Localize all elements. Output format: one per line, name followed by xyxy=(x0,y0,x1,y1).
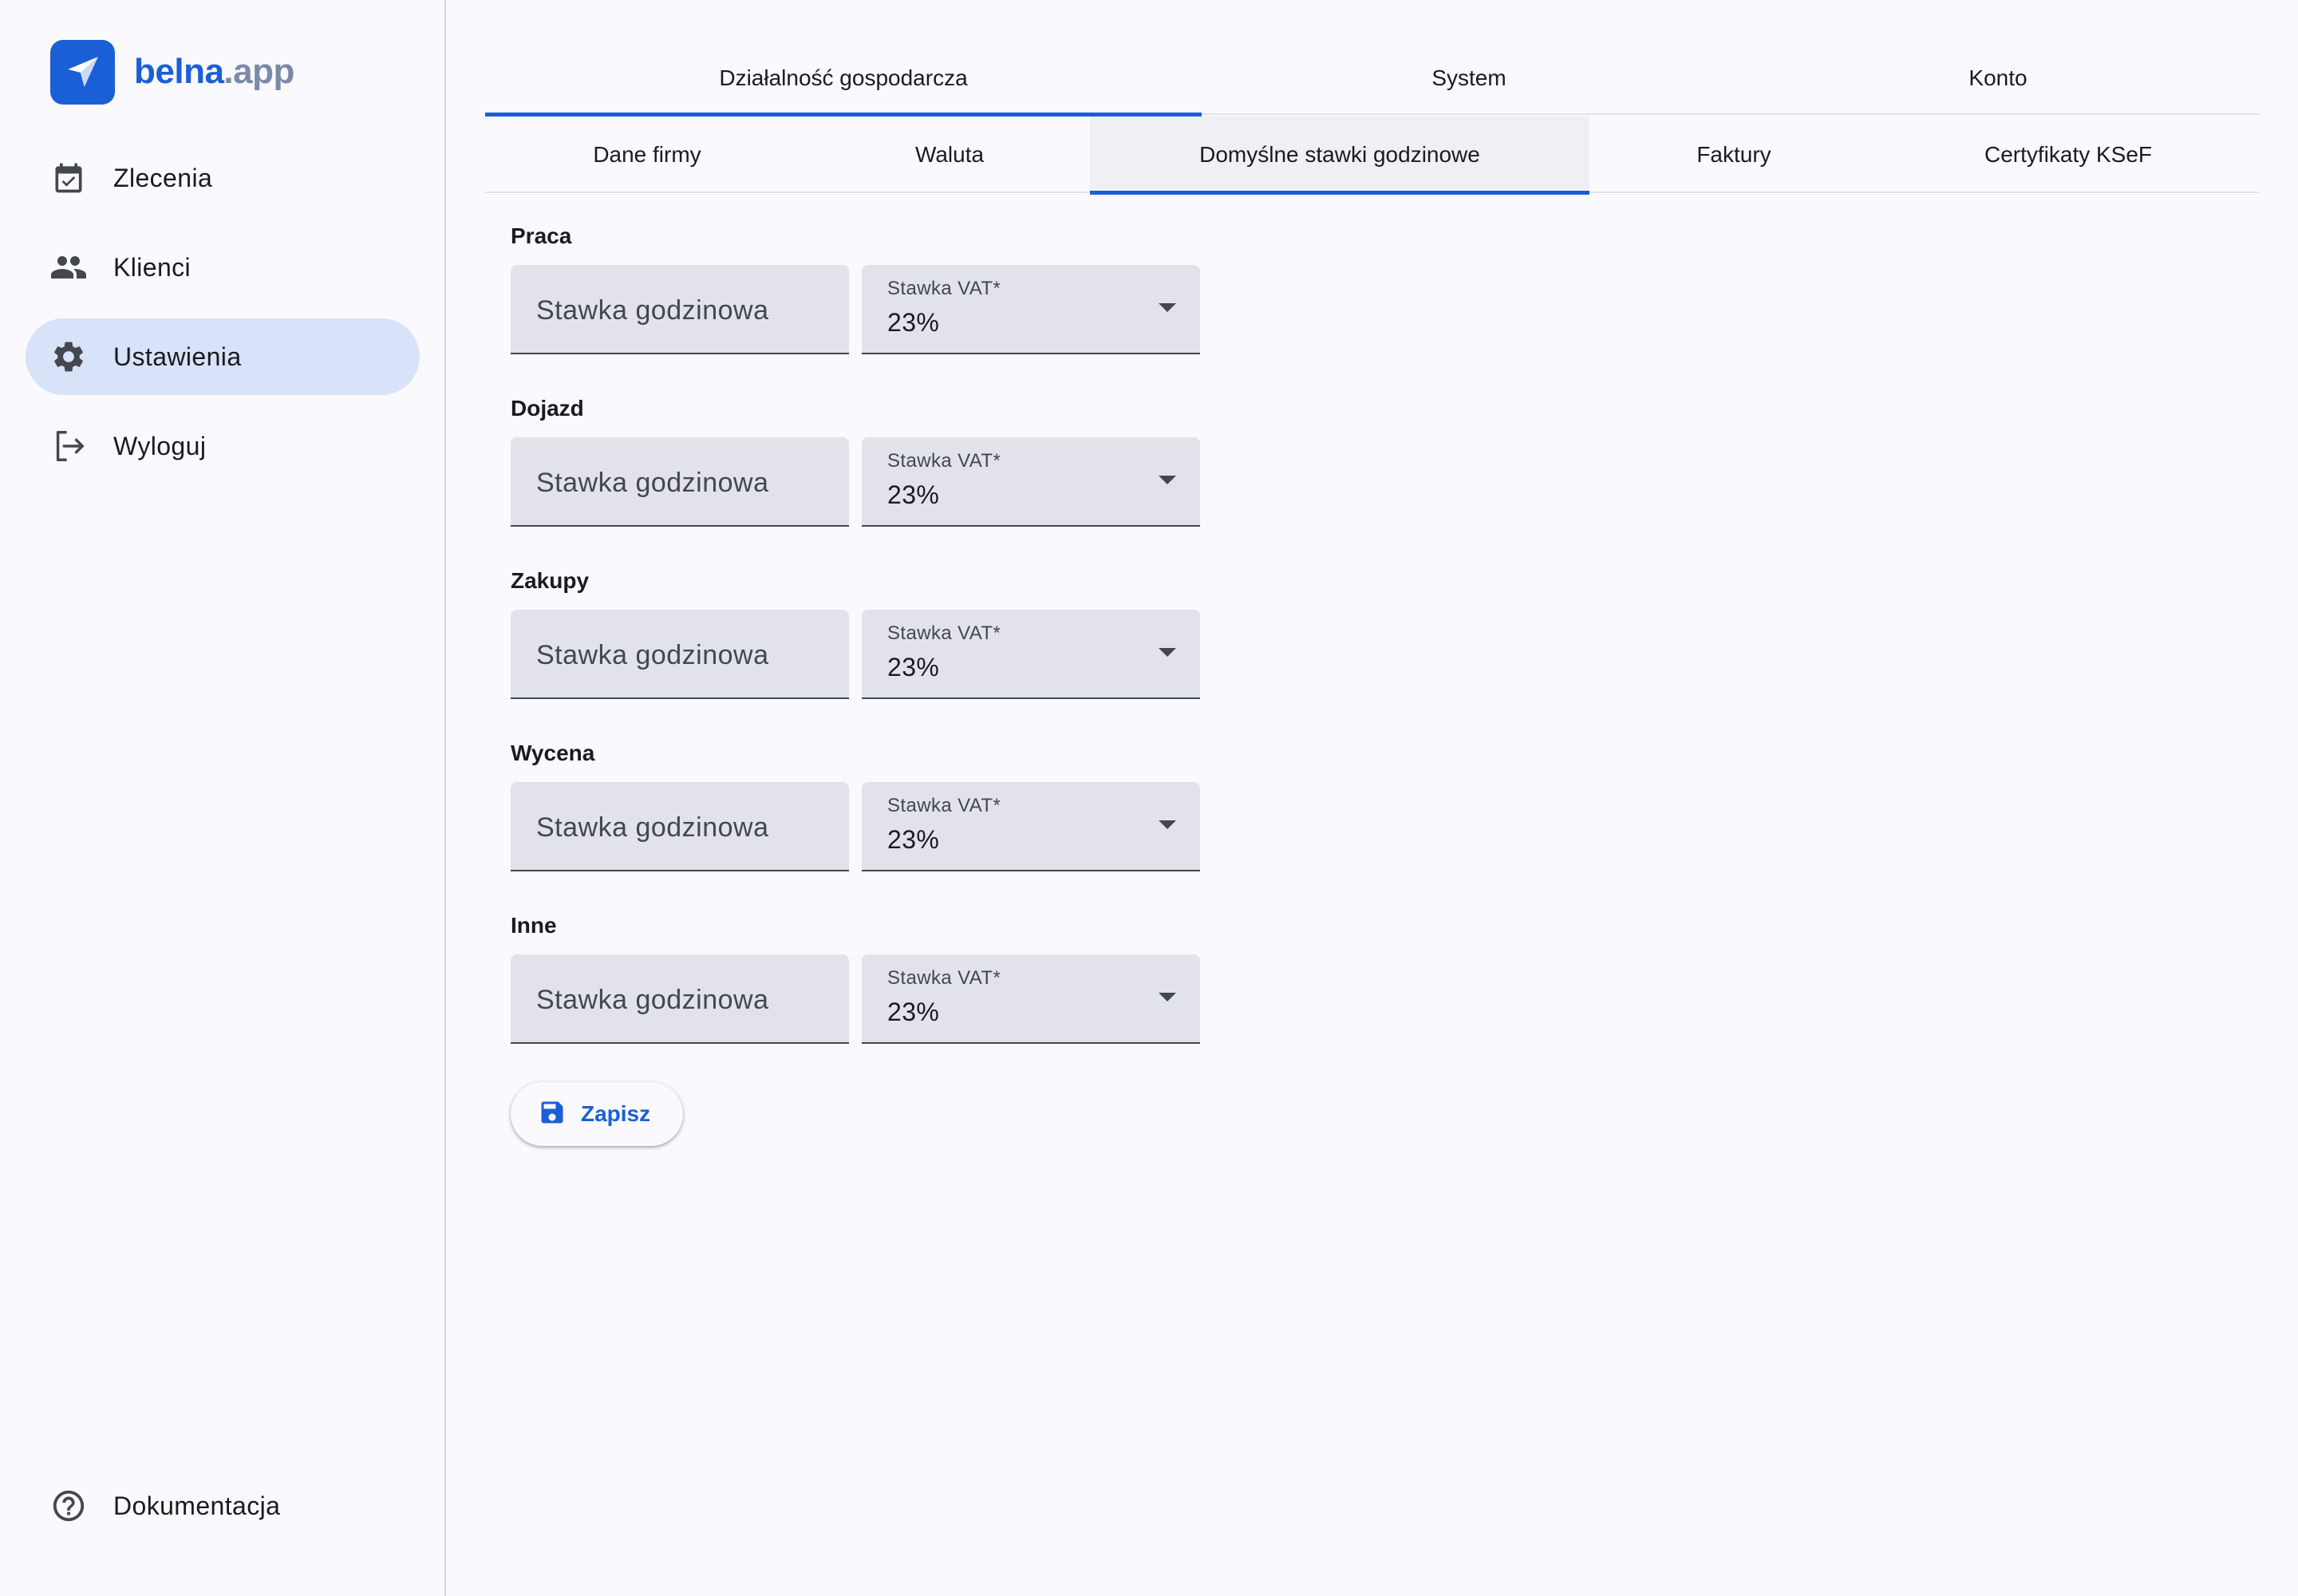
vat-rate-select[interactable]: Stawka VAT* 23% xyxy=(862,782,1200,871)
brand[interactable]: belna.app xyxy=(50,39,294,105)
hourly-rate-input[interactable]: Stawka godzinowa xyxy=(511,265,849,354)
tab-konto[interactable]: Konto xyxy=(1736,41,2260,115)
sub-tabs: Dane firmy Waluta Domyślne stawki godzin… xyxy=(485,117,2260,195)
hourly-rate-input[interactable]: Stawka godzinowa xyxy=(511,610,849,699)
hourly-rate-placeholder: Stawka godzinowa xyxy=(536,985,769,1015)
logout-icon xyxy=(49,427,88,465)
vat-rate-label: Stawka VAT* xyxy=(887,278,1001,299)
vat-rate-select[interactable]: Stawka VAT* 23% xyxy=(862,437,1200,527)
sidebar-item-label: Wyloguj xyxy=(113,431,207,460)
dropdown-arrow-icon xyxy=(1159,648,1176,657)
dropdown-arrow-icon xyxy=(1159,993,1176,1001)
brand-name-part2: .app xyxy=(223,52,294,91)
section-label: Praca xyxy=(511,223,572,248)
sidebar: belna.app Zlecenia Klienci Ustawienia Wy… xyxy=(0,0,446,1596)
tab-waluta[interactable]: Waluta xyxy=(809,117,1090,193)
tab-domyslne-stawki-godzinowe[interactable]: Domyślne stawki godzinowe xyxy=(1090,117,1589,195)
paper-plane-logo-icon xyxy=(50,39,115,105)
vat-rate-value: 23% xyxy=(887,653,940,681)
hourly-rate-placeholder: Stawka godzinowa xyxy=(536,640,769,670)
tab-dane-firmy[interactable]: Dane firmy xyxy=(485,117,809,193)
section-label: Inne xyxy=(511,913,557,938)
sidebar-item-label: Dokumentacja xyxy=(113,1491,281,1520)
top-tabs: Działalność gospodarcza System Konto xyxy=(485,41,2260,117)
tab-faktury[interactable]: Faktury xyxy=(1589,117,1878,193)
brand-name-part1: belna xyxy=(134,52,224,91)
people-icon xyxy=(49,248,88,286)
floppy-disk-icon xyxy=(538,1098,567,1131)
vat-rate-label: Stawka VAT* xyxy=(887,967,1001,989)
brand-name: belna.app xyxy=(134,52,294,92)
section-label: Dojazd xyxy=(511,396,584,421)
sidebar-item-wyloguj[interactable]: Wyloguj xyxy=(26,408,420,484)
rate-section-inne: Inne Stawka godzinowa Stawka VAT* 23% xyxy=(511,913,1229,1044)
vat-rate-value: 23% xyxy=(887,308,940,337)
sidebar-item-ustawienia[interactable]: Ustawienia xyxy=(26,318,420,395)
hourly-rate-input[interactable]: Stawka godzinowa xyxy=(511,954,849,1044)
calendar-check-icon xyxy=(49,159,88,197)
rate-section-praca: Praca Stawka godzinowa Stawka VAT* 23% xyxy=(511,223,1229,354)
tab-system[interactable]: System xyxy=(1202,41,1736,115)
dropdown-arrow-icon xyxy=(1159,820,1176,829)
save-button[interactable]: Zapisz xyxy=(511,1082,683,1146)
vat-rate-label: Stawka VAT* xyxy=(887,795,1001,816)
rate-section-wycena: Wycena Stawka godzinowa Stawka VAT* 23% xyxy=(511,741,1229,871)
help-circle-icon xyxy=(49,1487,88,1525)
dropdown-arrow-icon xyxy=(1159,303,1176,312)
hourly-rate-input[interactable]: Stawka godzinowa xyxy=(511,437,849,527)
sidebar-item-dokumentacja[interactable]: Dokumentacja xyxy=(26,1468,420,1544)
sidebar-item-label: Zlecenia xyxy=(113,163,213,192)
gear-icon xyxy=(49,338,88,376)
hourly-rate-placeholder: Stawka godzinowa xyxy=(536,295,769,326)
vat-rate-label: Stawka VAT* xyxy=(887,622,1001,644)
rate-section-zakupy: Zakupy Stawka godzinowa Stawka VAT* 23% xyxy=(511,568,1229,699)
sidebar-item-label: Ustawienia xyxy=(113,342,242,371)
vat-rate-select[interactable]: Stawka VAT* 23% xyxy=(862,954,1200,1044)
main-content: Działalność gospodarcza System Konto Dan… xyxy=(485,0,2260,1596)
tab-certyfikaty-ksef[interactable]: Certyfikaty KSeF xyxy=(1878,117,2258,193)
save-button-label: Zapisz xyxy=(581,1101,651,1126)
dropdown-arrow-icon xyxy=(1159,476,1176,484)
hourly-rate-input[interactable]: Stawka godzinowa xyxy=(511,782,849,871)
sidebar-item-klienci[interactable]: Klienci xyxy=(26,229,420,306)
vat-rate-value: 23% xyxy=(887,998,940,1026)
section-label: Wycena xyxy=(511,741,595,765)
hourly-rate-placeholder: Stawka godzinowa xyxy=(536,812,769,843)
sidebar-item-zlecenia[interactable]: Zlecenia xyxy=(26,140,420,216)
hourly-rate-placeholder: Stawka godzinowa xyxy=(536,468,769,498)
vat-rate-label: Stawka VAT* xyxy=(887,450,1001,472)
sidebar-item-label: Klienci xyxy=(113,252,192,282)
vat-rate-value: 23% xyxy=(887,480,940,509)
rate-section-dojazd: Dojazd Stawka godzinowa Stawka VAT* 23% xyxy=(511,396,1229,527)
section-label: Zakupy xyxy=(511,568,590,593)
vat-rate-value: 23% xyxy=(887,825,940,854)
vat-rate-select[interactable]: Stawka VAT* 23% xyxy=(862,610,1200,699)
vat-rate-select[interactable]: Stawka VAT* 23% xyxy=(862,265,1200,354)
tab-dzialalnosc-gospodarcza[interactable]: Działalność gospodarcza xyxy=(485,41,1202,117)
